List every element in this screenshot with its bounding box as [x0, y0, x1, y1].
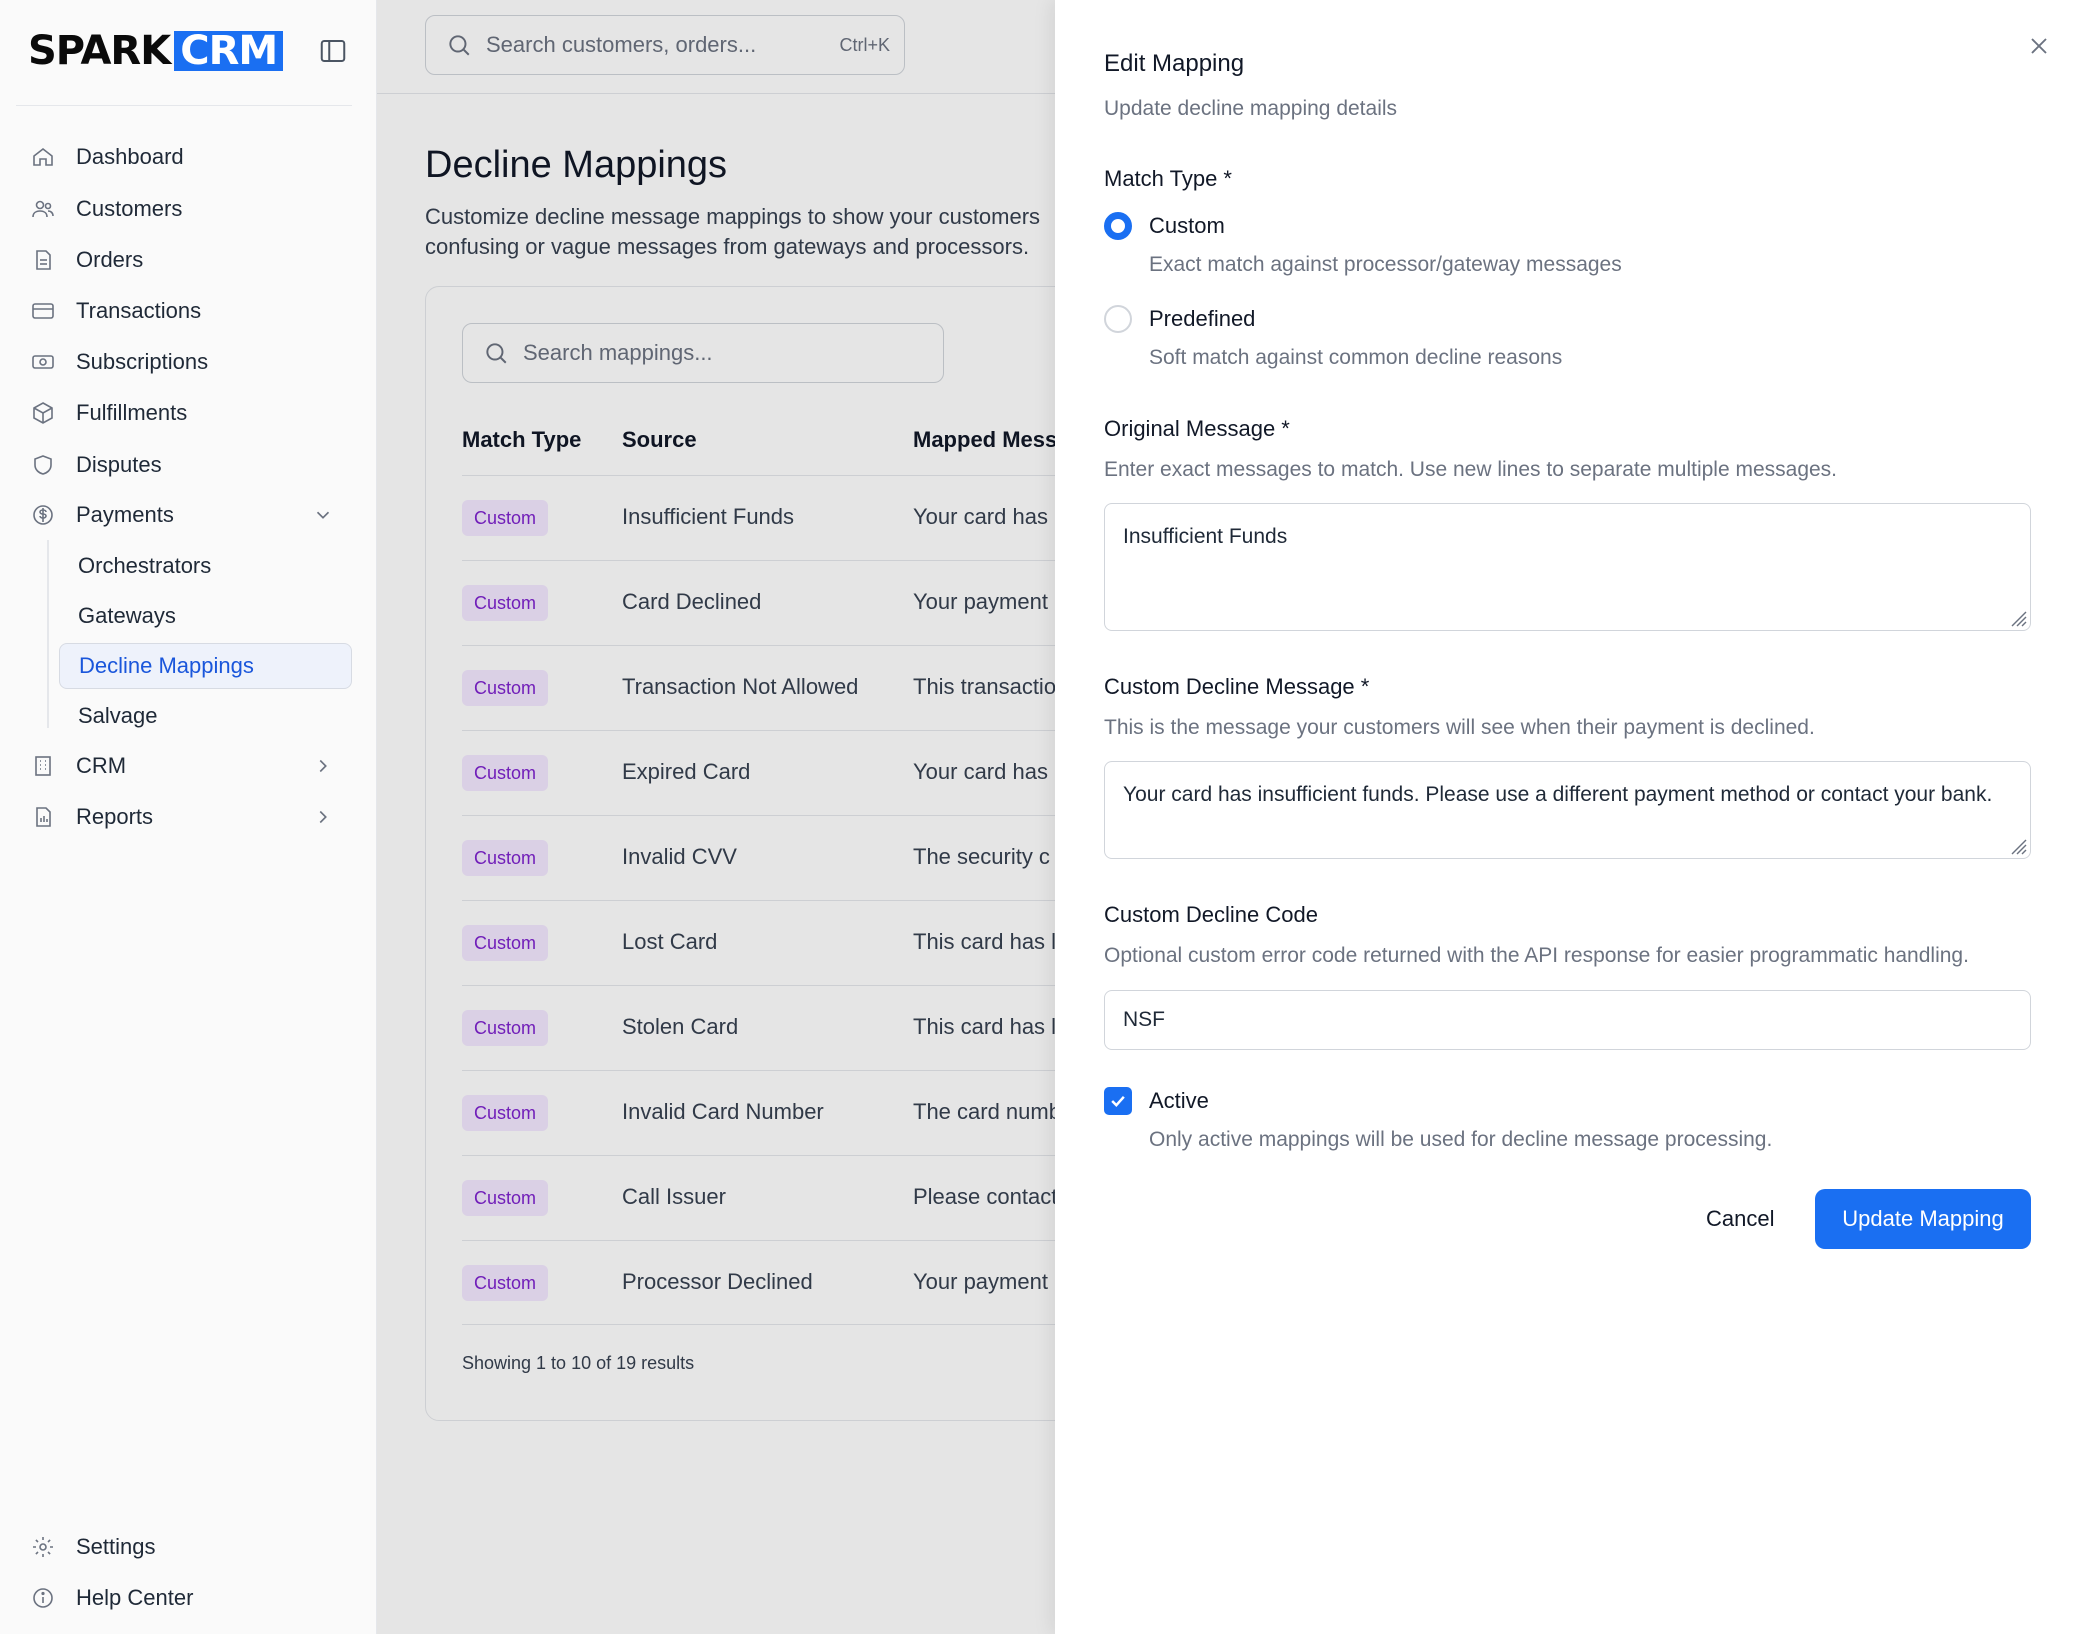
- home-icon: [30, 144, 56, 170]
- radio-custom-help: Exact match against processor/gateway me…: [1149, 253, 1622, 276]
- sidebar-item-help-center[interactable]: Help Center: [30, 1575, 352, 1621]
- match-type-label: Match Type *: [1104, 166, 1232, 191]
- sidebar-item-label: CRM: [76, 753, 127, 778]
- sidebar-item-customers[interactable]: Customers: [30, 186, 352, 232]
- sidebar-item-label: Help Center: [76, 1585, 194, 1610]
- sidebar-toggle-icon[interactable]: [318, 36, 348, 66]
- radio-custom-label[interactable]: Custom: [1149, 213, 1225, 239]
- document-icon: [30, 247, 56, 273]
- sidebar-item-label: Settings: [76, 1534, 156, 1559]
- sidebar-divider: [16, 105, 352, 106]
- custom-code-help: Optional custom error code returned with…: [1104, 944, 1969, 967]
- shield-icon: [30, 452, 56, 478]
- edit-mapping-drawer: Edit Mapping Update decline mapping deta…: [1055, 0, 2075, 1634]
- sidebar-item-label: Subscriptions: [76, 349, 209, 374]
- sidebar-item-label: Transactions: [76, 298, 202, 323]
- users-icon: [30, 196, 56, 222]
- sidebar-subitem-gateways[interactable]: Gateways: [59, 593, 352, 639]
- chevron-right-icon[interactable]: [312, 755, 334, 777]
- radio-predefined-label[interactable]: Predefined: [1149, 306, 1255, 332]
- active-checkbox[interactable]: [1104, 1087, 1132, 1115]
- drawer-title: Edit Mapping: [1104, 50, 1245, 77]
- original-message-textarea[interactable]: Insufficient Funds: [1104, 503, 2031, 631]
- sidebar-item-label: Customers: [76, 196, 183, 221]
- info-icon: [30, 1585, 56, 1611]
- chevron-down-icon[interactable]: [312, 504, 334, 526]
- subitem-label: Salvage: [78, 703, 158, 728]
- custom-message-textarea[interactable]: Your card has insufficient funds. Please…: [1104, 761, 2031, 859]
- subitem-label: Gateways: [78, 603, 176, 628]
- sidebar-item-transactions[interactable]: Transactions: [30, 288, 352, 334]
- active-label[interactable]: Active: [1149, 1088, 1209, 1114]
- sidebar-item-fulfillments[interactable]: Fulfillments: [30, 390, 352, 436]
- original-message-help: Enter exact messages to match. Use new l…: [1104, 458, 1838, 481]
- textarea-value: Your card has insufficient funds. Please…: [1123, 783, 1993, 806]
- brand-logo[interactable]: SPARK CRM: [28, 28, 284, 74]
- radio-predefined[interactable]: [1104, 305, 1132, 333]
- sidebar: SPARK CRM Dashboard Customers Orders Tran…: [0, 0, 377, 1634]
- resize-handle-icon[interactable]: [2008, 836, 2028, 856]
- submenu-guide-line: [47, 540, 49, 728]
- sidebar-item-label: Dashboard: [76, 144, 184, 169]
- subitem-label: Decline Mappings: [79, 653, 254, 678]
- textarea-value: Insufficient Funds: [1123, 525, 1288, 548]
- sidebar-subitem-orchestrators[interactable]: Orchestrators: [59, 543, 352, 589]
- custom-message-help: This is the message your customers will …: [1104, 716, 1815, 739]
- check-icon: [1111, 1095, 1125, 1107]
- sidebar-item-disputes[interactable]: Disputes: [30, 442, 352, 488]
- credit-card-icon: [30, 298, 56, 324]
- sidebar-item-payments[interactable]: Payments: [30, 492, 352, 538]
- cancel-button[interactable]: Cancel: [1686, 1189, 1794, 1249]
- active-help: Only active mappings will be used for de…: [1149, 1128, 1773, 1151]
- sidebar-item-label: Orders: [76, 247, 144, 272]
- sidebar-item-subscriptions[interactable]: Subscriptions: [30, 339, 352, 385]
- sidebar-item-label: Fulfillments: [76, 400, 188, 425]
- report-icon: [30, 804, 56, 830]
- chevron-right-icon[interactable]: [312, 806, 334, 828]
- brand-text: SPARK: [28, 28, 171, 74]
- brand-text-crm: CRM: [174, 31, 284, 71]
- gear-icon: [30, 1534, 56, 1560]
- original-message-label: Original Message *: [1104, 416, 1290, 441]
- sidebar-item-label: Disputes: [76, 452, 162, 477]
- radio-custom[interactable]: [1104, 212, 1132, 240]
- subitem-label: Orchestrators: [78, 553, 212, 578]
- custom-code-input[interactable]: NSF: [1104, 990, 2031, 1050]
- update-mapping-button[interactable]: Update Mapping: [1815, 1189, 2031, 1249]
- sidebar-item-label: Reports: [76, 804, 154, 829]
- sidebar-subitem-decline-mappings[interactable]: Decline Mappings: [59, 643, 352, 689]
- building-icon: [30, 753, 56, 779]
- sidebar-item-label: Payments: [76, 502, 174, 527]
- custom-message-label: Custom Decline Message *: [1104, 674, 1370, 699]
- sidebar-item-dashboard[interactable]: Dashboard: [30, 134, 352, 180]
- money-icon: [30, 349, 56, 375]
- radio-predefined-help: Soft match against common decline reason…: [1149, 346, 1563, 369]
- sidebar-item-settings[interactable]: Settings: [30, 1524, 352, 1570]
- sidebar-item-reports[interactable]: Reports: [30, 794, 352, 840]
- sidebar-item-orders[interactable]: Orders: [30, 237, 352, 283]
- sidebar-item-crm[interactable]: CRM: [30, 743, 352, 789]
- input-value: NSF: [1123, 1008, 1165, 1031]
- resize-handle-icon[interactable]: [2008, 608, 2028, 628]
- drawer-subtitle: Update decline mapping details: [1104, 97, 1398, 120]
- dollar-circle-icon: [30, 502, 56, 528]
- box-icon: [30, 400, 56, 426]
- sidebar-subitem-salvage[interactable]: Salvage: [59, 693, 352, 739]
- close-icon[interactable]: [2025, 32, 2053, 60]
- custom-code-label: Custom Decline Code: [1104, 902, 1318, 927]
